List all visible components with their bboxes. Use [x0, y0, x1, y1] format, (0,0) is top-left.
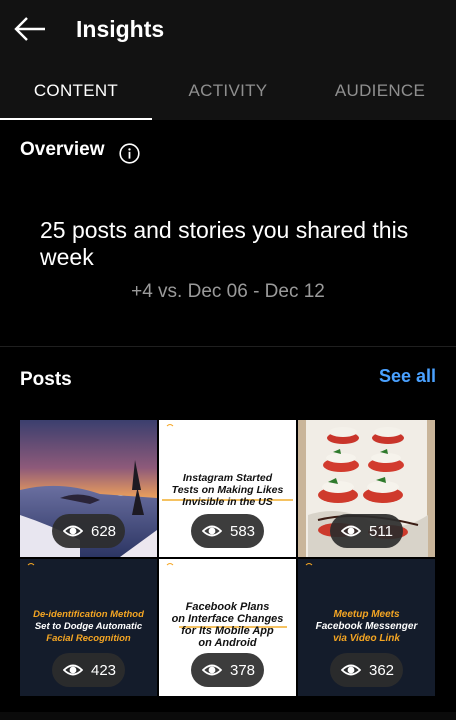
post-thumbnail[interactable]: Meetup Meets Facebook Messenger via Vide…	[298, 559, 435, 696]
posts-heading: Posts	[20, 369, 72, 390]
back-button[interactable]	[12, 12, 48, 48]
view-count-badge: 511	[330, 514, 403, 548]
view-count-badge: 362	[330, 653, 403, 687]
view-count: 628	[91, 522, 117, 540]
eye-icon	[63, 664, 83, 676]
info-button[interactable]	[119, 143, 140, 164]
post-headline: Facebook Plans on Interface Changes for …	[171, 601, 284, 649]
tab-audience[interactable]: AUDIENCE	[304, 62, 456, 120]
post-headline: De-identification Method Set to Dodge Au…	[33, 609, 144, 644]
view-count: 378	[230, 661, 256, 679]
app-bar: Insights	[0, 0, 456, 62]
post-thumbnail[interactable]: De-identification Method Set to Dodge Au…	[20, 559, 157, 696]
view-count: 511	[369, 522, 393, 540]
view-count-badge: 628	[52, 514, 125, 548]
see-all-link[interactable]: See all	[379, 366, 436, 387]
eye-icon	[341, 525, 361, 537]
tab-content[interactable]: CONTENT	[0, 62, 152, 120]
tab-bar: CONTENT ACTIVITY AUDIENCE	[0, 62, 456, 120]
view-count: 362	[369, 661, 395, 679]
posts-grid: 628 Instagram Started Tests on Making Li…	[20, 420, 435, 696]
eye-icon	[202, 525, 222, 537]
eye-icon	[202, 664, 222, 676]
overview-heading: Overview	[20, 139, 105, 160]
info-icon	[119, 143, 140, 164]
tab-activity[interactable]: ACTIVITY	[152, 62, 304, 120]
bottom-edge	[0, 712, 456, 720]
post-headline: Meetup Meets Facebook Messenger via Vide…	[315, 609, 418, 644]
page-title: Insights	[76, 16, 165, 42]
post-thumbnail[interactable]: 511	[298, 420, 435, 557]
view-count: 583	[230, 522, 256, 540]
arrow-left-icon	[14, 17, 45, 41]
view-count-badge: 378	[191, 653, 264, 687]
view-count: 423	[91, 661, 117, 679]
eye-icon	[63, 525, 83, 537]
eye-icon	[341, 664, 361, 676]
overview-comparison: +4 vs. Dec 06 - Dec 12	[131, 281, 325, 302]
post-thumbnail[interactable]: Instagram Started Tests on Making Likes …	[159, 420, 296, 557]
post-thumbnail[interactable]: Facebook Plans on Interface Changes for …	[159, 559, 296, 696]
view-count-badge: 583	[191, 514, 264, 548]
section-divider	[0, 346, 456, 347]
overview-summary: 25 posts and stories you shared this wee…	[40, 217, 409, 270]
view-count-badge: 423	[52, 653, 125, 687]
post-headline: Instagram Started Tests on Making Likes …	[171, 472, 284, 508]
post-thumbnail[interactable]: 628	[20, 420, 157, 557]
